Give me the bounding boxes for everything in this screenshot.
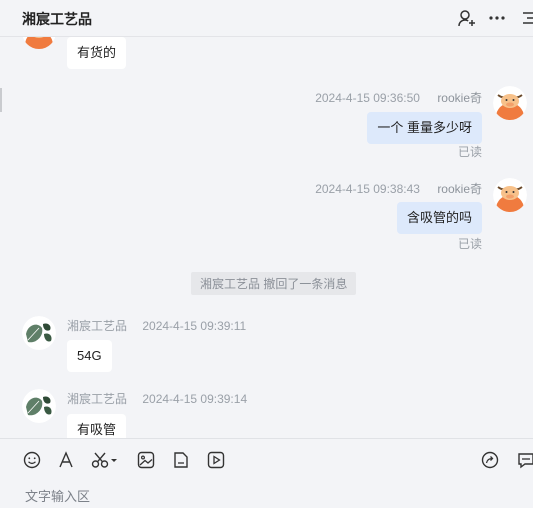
sender-name: 湘宸工艺品 [67,392,128,406]
scissors-icon[interactable] [91,451,119,469]
message-bubble-incoming[interactable]: 54G [67,340,112,372]
image-icon[interactable] [137,451,155,469]
message-time: 2024-4-15 09:36:50 [315,91,420,105]
sender-name: rookie奇 [437,182,482,196]
message-meta: 湘宸工艺品 2024-4-15 09:39:14 [67,390,247,407]
message-time: 2024-4-15 09:39:11 [142,319,247,333]
emoji-icon[interactable] [23,451,41,469]
menu-icon[interactable] [519,8,533,28]
chat-header: 湘宸工艺品 [0,0,533,37]
message-meta: 湘宸工艺品 2024-4-15 09:39:11 [67,317,246,334]
message-bubble-outgoing[interactable]: 一个 重量多少呀 [367,112,482,144]
message-meta: 2024-4-15 09:36:50 rookie奇 [315,89,482,106]
contact-avatar[interactable] [22,37,56,49]
contact-avatar[interactable] [22,316,56,350]
sender-name: rookie奇 [437,91,482,105]
more-icon[interactable] [487,8,507,28]
cow-avatar-icon [493,86,527,120]
input-toolbar [0,438,533,481]
message-time: 2024-4-15 09:39:14 [142,392,248,406]
message-input[interactable]: 文字输入区 [25,486,90,505]
leaf-avatar-icon [22,389,56,423]
user-avatar[interactable] [493,178,527,212]
message-bubble-incoming[interactable]: 有货的 [67,37,127,69]
recall-notice: 湘宸工艺品 撤回了一条消息 [191,272,357,295]
video-icon[interactable] [207,451,225,469]
quick-reply-icon[interactable] [517,451,533,469]
add-user-icon[interactable] [457,8,477,28]
cow-avatar-icon [22,37,56,49]
message-meta: 2024-4-15 09:38:43 rookie奇 [315,180,482,197]
message-time: 2024-4-15 09:38:43 [315,182,420,196]
chat-window: 湘宸工艺品 有货的 2024-4-15 09:36:50 rookie奇 一个 … [0,0,533,508]
font-icon[interactable] [57,451,75,469]
user-avatar[interactable] [493,86,527,120]
contact-avatar[interactable] [22,389,56,423]
read-status: 已读 [457,237,482,251]
message-list[interactable]: 有货的 2024-4-15 09:36:50 rookie奇 一个 重量多少呀 … [0,37,533,438]
message-bubble-incoming[interactable]: 有吸管 [67,414,127,438]
file-icon[interactable] [172,451,190,469]
message-bubble-outgoing[interactable]: 含吸管的吗 [396,202,482,234]
cow-avatar-icon [493,178,527,212]
sender-name: 湘宸工艺品 [67,319,128,333]
share-icon[interactable] [481,451,499,469]
chat-title: 湘宸工艺品 [22,11,92,27]
read-status: 已读 [457,145,482,159]
leaf-avatar-icon [22,316,56,350]
